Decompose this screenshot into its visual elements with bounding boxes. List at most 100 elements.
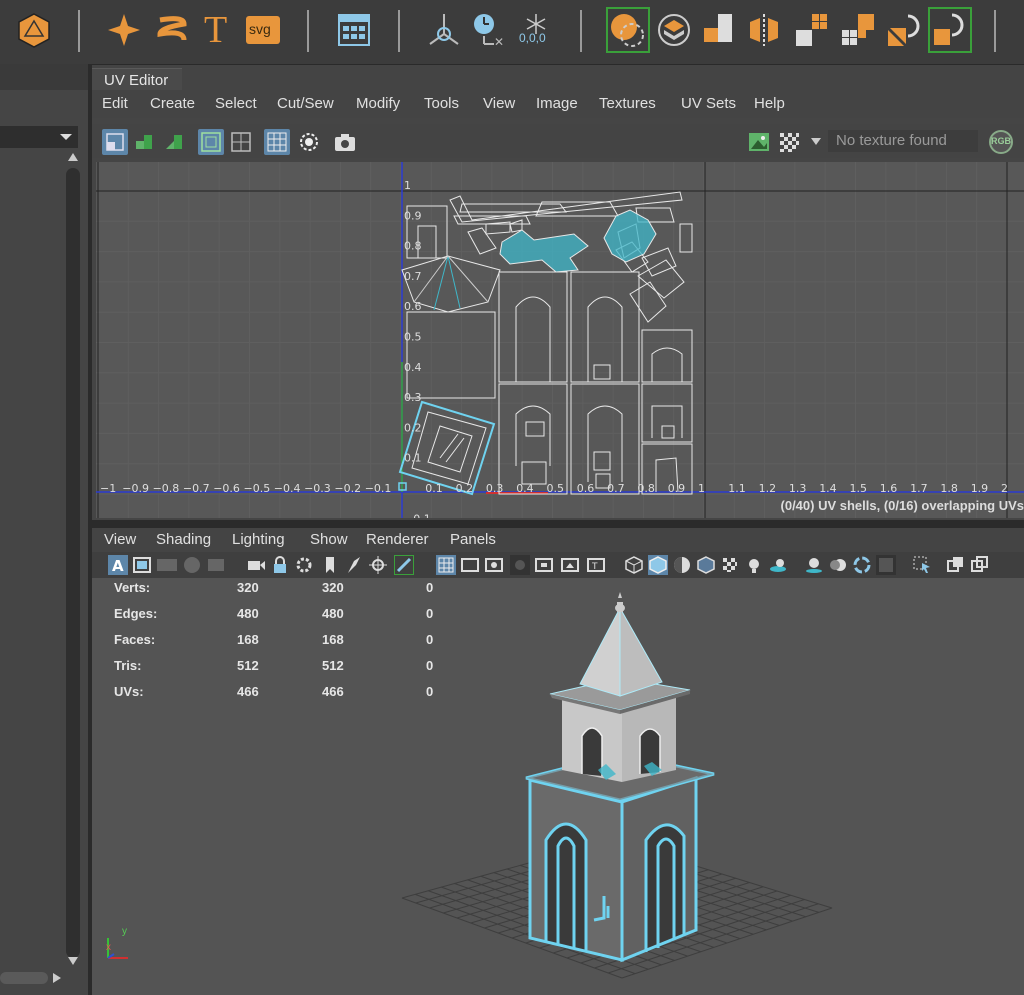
- uv-grid-toggle-icon[interactable]: [198, 129, 224, 155]
- x-tick-label: 1.6: [880, 482, 898, 495]
- uv-status-text: (0/40) UV shells, (0/16) overlapping UVs: [780, 498, 1024, 513]
- vp-menu-lighting[interactable]: Lighting: [232, 531, 285, 548]
- menu-view[interactable]: View: [483, 95, 515, 112]
- 2d-pan-zoom-icon[interactable]: [206, 555, 226, 575]
- svg-icon[interactable]: svg: [246, 12, 282, 48]
- grease-brush-icon[interactable]: [344, 555, 364, 575]
- chevron-down-icon[interactable]: [810, 137, 822, 147]
- uv-distortion-icon[interactable]: [296, 129, 322, 155]
- pane-splitter[interactable]: [92, 520, 1024, 528]
- shadows-icon[interactable]: [768, 555, 788, 575]
- motion-blur-icon[interactable]: [828, 555, 848, 575]
- bookmark-flag-icon[interactable]: [320, 555, 340, 575]
- scene-canvas: [401, 592, 833, 979]
- default-material-icon[interactable]: [672, 555, 692, 575]
- menu-help[interactable]: Help: [754, 95, 785, 112]
- wireframe-icon[interactable]: [624, 555, 644, 575]
- image-plane-icon[interactable]: [132, 555, 152, 575]
- uv-shell-mode-icon[interactable]: [102, 129, 128, 155]
- uv-texture-canvas[interactable]: −1 −0.9 −0.8 −0.7 −0.6 −0.5 −0.4 −0.3 −0.2 −0.1 0.…: [96, 162, 1024, 518]
- extract-icon[interactable]: [700, 12, 736, 48]
- left-panel-dropdown[interactable]: [0, 126, 78, 148]
- separate-icon[interactable]: [656, 12, 692, 48]
- scroll-down-icon[interactable]: [67, 956, 79, 966]
- uv-component-icon[interactable]: [132, 129, 158, 155]
- safe-title-icon[interactable]: T: [586, 555, 606, 575]
- xray-icon[interactable]: [946, 555, 966, 575]
- uv-snapshot-camera-icon[interactable]: [332, 129, 358, 155]
- screen-space-ao-icon[interactable]: [804, 555, 824, 575]
- grease-pencil-icon[interactable]: [156, 555, 178, 575]
- bevel-icon[interactable]: [840, 12, 876, 48]
- clock-clear-icon[interactable]: ✕: [470, 12, 506, 49]
- textured-icon[interactable]: [720, 555, 740, 575]
- vp-menu-panels[interactable]: Panels: [450, 531, 496, 548]
- rgb-channel-icon[interactable]: RGB: [988, 129, 1014, 155]
- menu-uv-sets[interactable]: UV Sets: [681, 95, 736, 112]
- camera-settings-icon[interactable]: [294, 555, 314, 575]
- menu-create[interactable]: Create: [150, 95, 195, 112]
- menu-tools[interactable]: Tools: [424, 95, 459, 112]
- vp-menu-renderer[interactable]: Renderer: [366, 531, 429, 548]
- menu-image[interactable]: Image: [536, 95, 578, 112]
- type-text-icon[interactable]: T: [200, 9, 236, 51]
- smooth-icon[interactable]: [794, 12, 830, 48]
- texture-selector[interactable]: No texture found: [828, 130, 978, 152]
- use-all-lights-icon[interactable]: [744, 555, 764, 575]
- grease-pencil-tool-icon[interactable]: [394, 555, 414, 575]
- uv-checker-icon[interactable]: [228, 129, 254, 155]
- isolate-select-icon[interactable]: [912, 555, 932, 575]
- sweep-star-icon[interactable]: [106, 12, 142, 48]
- gate-mask-icon[interactable]: [510, 555, 530, 575]
- scroll-right-icon[interactable]: [52, 972, 62, 984]
- grid-display-icon[interactable]: [436, 555, 456, 575]
- pivot-tool-icon[interactable]: [426, 12, 462, 48]
- grid-layout-icon[interactable]: [336, 12, 372, 48]
- image-display-icon[interactable]: [746, 129, 772, 155]
- menu-cut-sew[interactable]: Cut/Sew: [277, 95, 334, 112]
- bridge-icon[interactable]: [928, 7, 972, 53]
- menu-edit[interactable]: Edit: [102, 95, 128, 112]
- pan-zoom-icon[interactable]: [368, 555, 388, 575]
- left-panel-hscrollbar[interactable]: [0, 972, 48, 984]
- film-gate-icon[interactable]: [460, 555, 480, 575]
- x-tick-label: 0.6: [577, 482, 595, 495]
- field-chart-icon[interactable]: [534, 555, 554, 575]
- vp-menu-view[interactable]: View: [104, 531, 136, 548]
- freeze-transform-icon[interactable]: 0,0,0: [518, 12, 554, 48]
- uv-editor-tab[interactable]: UV Editor: [92, 68, 182, 91]
- left-panel-scrollbar[interactable]: [66, 168, 80, 958]
- y-tick-label: 0.6: [404, 300, 422, 313]
- uv-face-icon[interactable]: [162, 129, 188, 155]
- uv-pixel-snap-icon[interactable]: [264, 129, 290, 155]
- x-tick-label: 1.1: [728, 482, 746, 495]
- depth-of-field-icon[interactable]: [876, 555, 896, 575]
- safe-action-icon[interactable]: [560, 555, 580, 575]
- scroll-up-icon[interactable]: [67, 152, 79, 162]
- xray-joints-icon[interactable]: [970, 555, 990, 575]
- combine-icon[interactable]: [606, 7, 650, 53]
- shelf-separator: [398, 10, 400, 52]
- wireframe-on-shaded-icon[interactable]: [696, 555, 716, 575]
- camera-attributes-icon[interactable]: [246, 555, 266, 575]
- perspective-viewport[interactable]: Verts: 320 320 0 Edges: 480 480 0 Faces: 168 168 0 T…: [92, 578, 1024, 995]
- vp-menu-show[interactable]: Show: [310, 531, 348, 548]
- vp-menu-shading[interactable]: Shading: [156, 531, 211, 548]
- x-tick-label: 1.9: [971, 482, 989, 495]
- lock-camera-icon[interactable]: [270, 555, 290, 575]
- texture-placeholder: No texture found: [836, 132, 947, 149]
- anti-aliasing-icon[interactable]: [852, 555, 872, 575]
- smooth-shade-icon[interactable]: [648, 555, 668, 575]
- boolean-icon[interactable]: [886, 12, 922, 48]
- checker-pattern-icon[interactable]: [776, 129, 802, 155]
- select-camera-icon[interactable]: A: [108, 555, 128, 575]
- bookmark-icon[interactable]: [182, 555, 202, 575]
- resolution-gate-icon[interactable]: [484, 555, 504, 575]
- menu-textures[interactable]: Textures: [599, 95, 656, 112]
- helix-icon[interactable]: [154, 12, 190, 48]
- x-tick-label: 0.9: [668, 482, 686, 495]
- menu-select[interactable]: Select: [215, 95, 257, 112]
- mirror-icon[interactable]: [746, 12, 782, 48]
- poly-platonic-icon[interactable]: [16, 12, 52, 48]
- menu-modify[interactable]: Modify: [356, 95, 400, 112]
